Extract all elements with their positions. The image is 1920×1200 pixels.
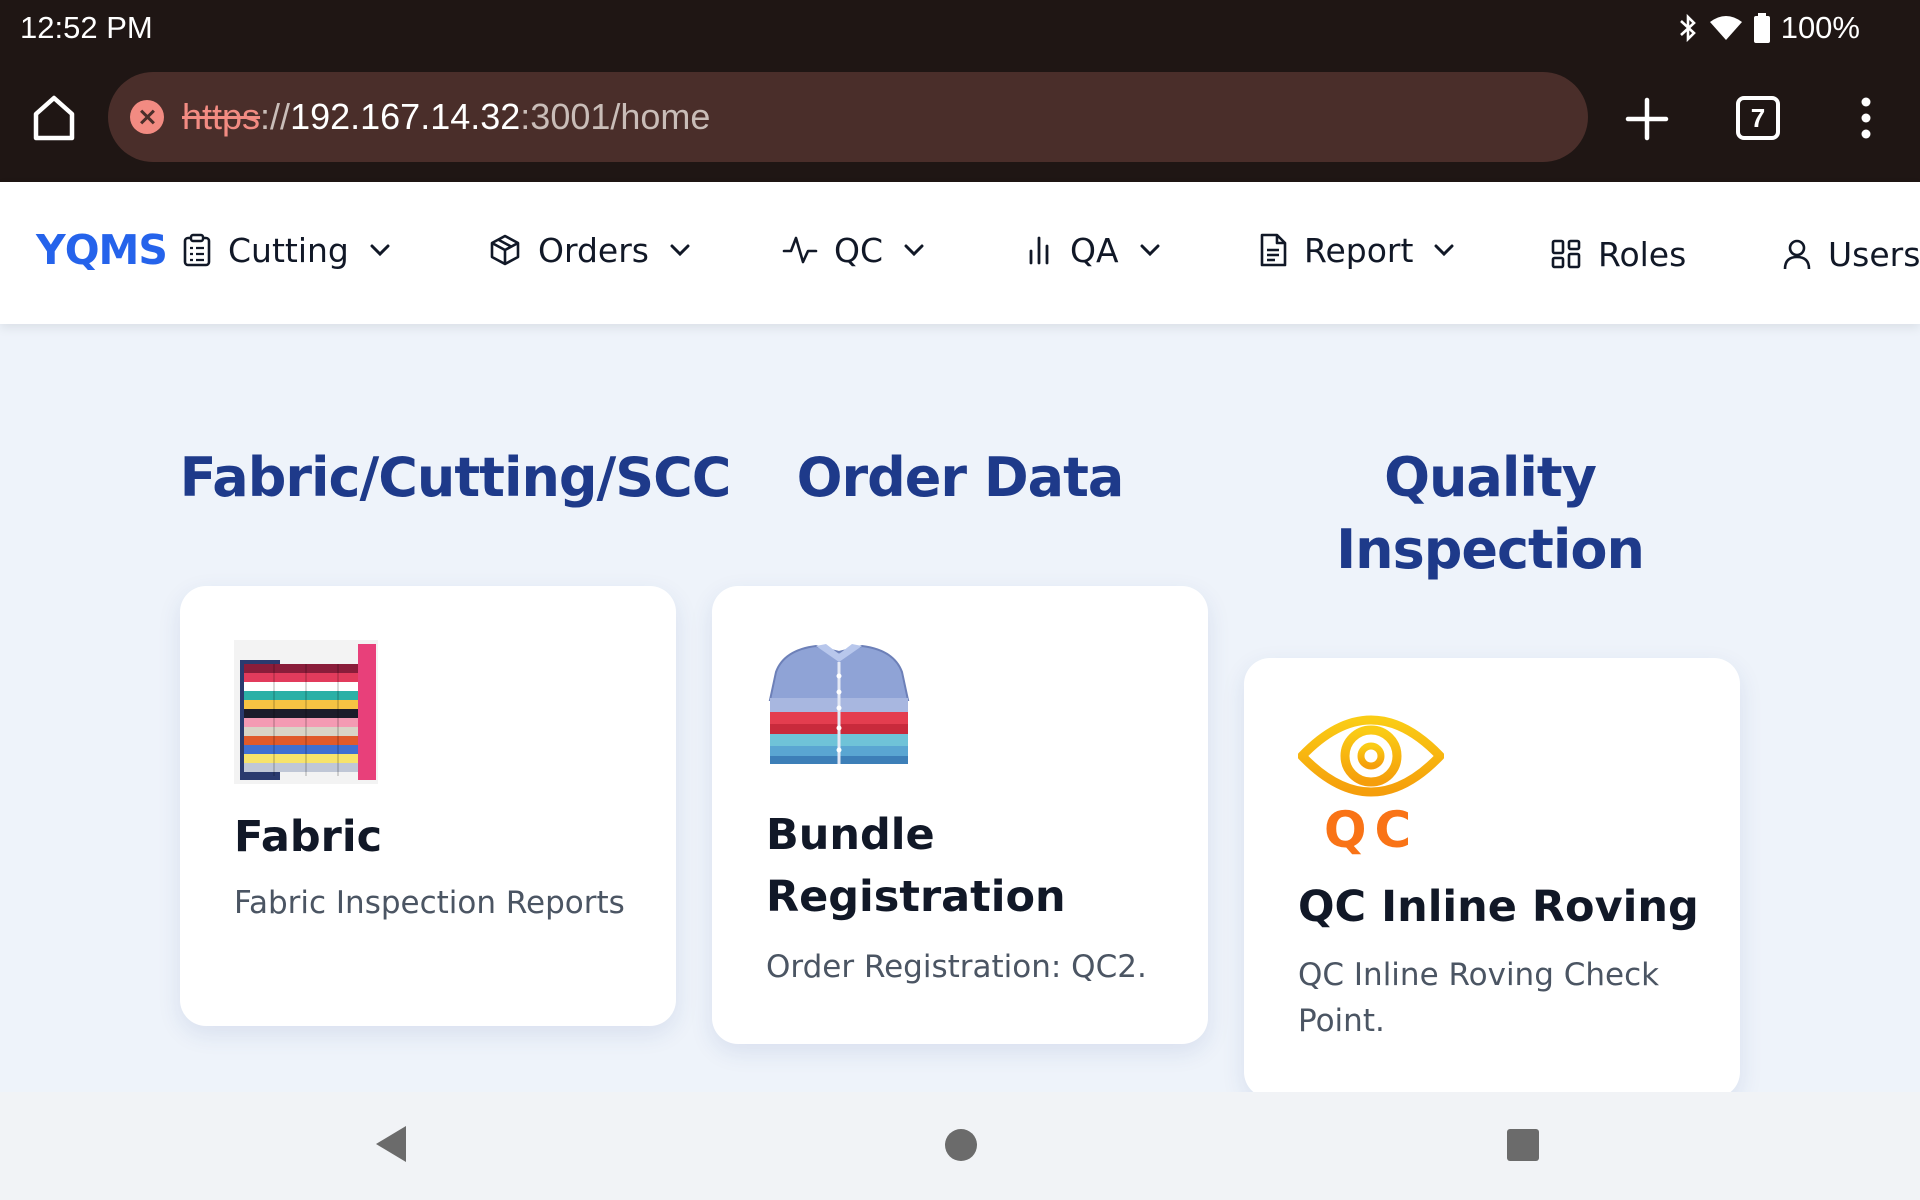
more-menu-icon[interactable]	[1858, 96, 1874, 140]
qc-card-title: QC Inline Roving	[1298, 882, 1699, 932]
tab-switcher-button[interactable]: 7	[1736, 96, 1780, 140]
nav-users-label: Users	[1828, 234, 1920, 274]
chevron-down-icon	[369, 243, 391, 257]
section-title-order-data: Order Data	[796, 446, 1125, 509]
nav-qa-label: QA	[1070, 230, 1119, 270]
back-icon[interactable]	[374, 1124, 408, 1168]
bundle-registration-card[interactable]: Bundle Registration Order Registration: …	[712, 586, 1208, 1044]
shirt-stack-image	[766, 642, 912, 770]
battery-icon	[1753, 13, 1771, 43]
activity-icon	[782, 233, 818, 267]
nav-qc[interactable]: QC	[782, 226, 925, 274]
url-scheme: https	[182, 96, 261, 137]
nav-users[interactable]: Users	[1782, 230, 1920, 278]
nav-report-label: Report	[1304, 230, 1414, 270]
nav-roles[interactable]: Roles	[1550, 230, 1686, 278]
home-icon[interactable]	[30, 92, 78, 144]
new-tab-icon[interactable]	[1620, 92, 1674, 146]
file-text-icon	[1258, 232, 1288, 268]
nav-orders[interactable]: Orders	[488, 226, 691, 274]
qc-card-description: QC Inline Roving Check Point.	[1298, 957, 1660, 1039]
package-icon	[488, 233, 522, 267]
chevron-down-icon	[903, 243, 925, 257]
url-host: 192.167.14.32	[290, 96, 521, 137]
bluetooth-icon	[1677, 13, 1699, 43]
status-icons: 100%	[1677, 10, 1860, 46]
qc-logo-text: QC	[1324, 801, 1420, 859]
recents-icon[interactable]	[1506, 1128, 1540, 1166]
user-icon	[1782, 237, 1812, 271]
section-title-quality-inspection: Quality Inspection	[1336, 446, 1645, 581]
status-bar: 12:52 PM 100%	[0, 0, 1920, 56]
browser-toolbar: https://192.167.14.32:3001/home 7	[0, 56, 1920, 182]
grid-icon	[1550, 238, 1582, 270]
bar-chart-icon	[1024, 233, 1054, 267]
chevron-down-icon	[1139, 243, 1161, 257]
address-bar[interactable]: https://192.167.14.32:3001/home	[108, 72, 1588, 162]
nav-cutting-label: Cutting	[228, 230, 349, 270]
not-secure-icon[interactable]	[130, 100, 164, 134]
nav-cutting[interactable]: Cutting	[182, 226, 391, 274]
home-circle-icon[interactable]	[944, 1128, 978, 1166]
wifi-icon	[1709, 14, 1743, 42]
bundle-card-title: Bundle Registration	[766, 810, 1066, 922]
nav-orders-label: Orders	[538, 230, 649, 270]
url-text[interactable]: https://192.167.14.32:3001/home	[182, 96, 710, 138]
nav-qa[interactable]: QA	[1024, 226, 1161, 274]
nav-roles-label: Roles	[1598, 234, 1687, 274]
nav-report[interactable]: Report	[1258, 226, 1455, 274]
fabric-card[interactable]: Fabric Fabric Inspection Reports	[180, 586, 676, 1026]
battery-percent: 100%	[1780, 10, 1860, 45]
fabric-card-title: Fabric	[234, 812, 383, 862]
nav-qc-label: QC	[834, 230, 884, 270]
chevron-down-icon	[669, 243, 691, 257]
qc-inline-roving-card[interactable]: QC QC Inline Roving QC Inline Roving Che…	[1244, 658, 1740, 1098]
brand-logo[interactable]: YQMS	[36, 226, 168, 274]
url-path: :3001/home	[520, 96, 711, 137]
app-navbar: YQMS Cutting Orders QC QA Report Roles U…	[0, 182, 1920, 324]
status-time: 12:52 PM	[20, 10, 153, 45]
bundle-card-description: Order Registration: QC2.	[766, 949, 1147, 985]
section-title-fabric: Fabric/Cutting/SCC	[179, 446, 732, 509]
chevron-down-icon	[1433, 243, 1455, 257]
clipboard-icon	[182, 233, 212, 267]
url-separator: ://	[260, 96, 291, 137]
fabric-stack-image	[234, 640, 378, 788]
system-navigation-bar	[0, 1092, 1920, 1200]
fabric-card-description: Fabric Inspection Reports	[234, 885, 625, 921]
